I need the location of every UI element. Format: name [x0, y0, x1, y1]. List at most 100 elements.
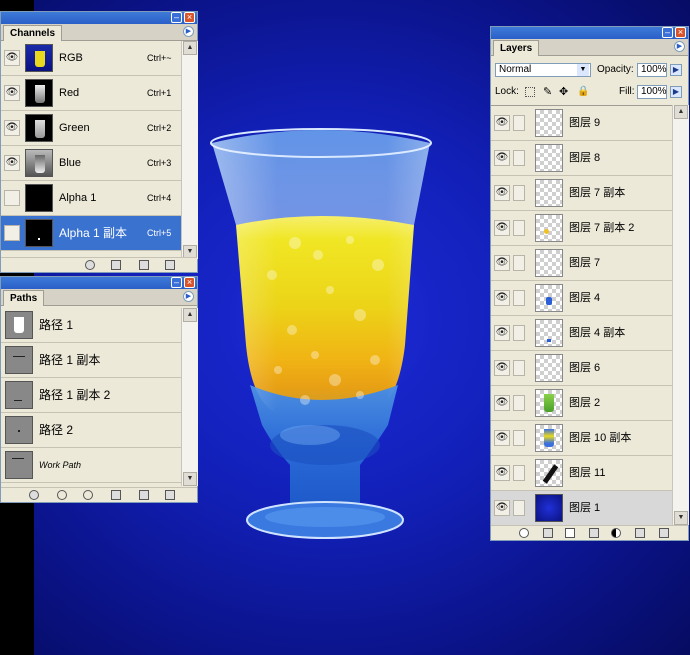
paths-menu-arrow-icon[interactable]: ▶ [183, 291, 194, 302]
layer-row[interactable]: 👁 图层 7 副本 2 [491, 211, 672, 246]
layer-row-selected[interactable]: 👁 图层 1 [491, 491, 672, 526]
layer-row[interactable]: 👁 图层 10 副本 [491, 421, 672, 456]
channels-titlebar[interactable]: – × [1, 12, 197, 24]
path-row[interactable]: 路径 1 [1, 308, 181, 343]
link-slot[interactable] [513, 465, 525, 481]
scroll-up-icon[interactable]: ▲ [674, 105, 688, 119]
channel-row-blue[interactable]: 👁 Blue Ctrl+3 [1, 146, 181, 181]
lock-all-icon[interactable]: 🔒 [577, 85, 589, 99]
eye-icon[interactable]: 👁 [494, 220, 510, 236]
visibility-empty-icon[interactable] [4, 225, 20, 241]
eye-icon[interactable]: 👁 [494, 430, 510, 446]
blend-mode-select[interactable]: Normal ▼ [495, 63, 591, 77]
load-path-as-selection-icon[interactable] [83, 490, 93, 500]
link-slot[interactable] [513, 185, 525, 201]
eye-icon[interactable]: 👁 [494, 290, 510, 306]
trash-icon[interactable] [165, 260, 175, 270]
paths-scrollbar[interactable]: ▲ ▼ [181, 308, 198, 486]
eye-icon[interactable]: 👁 [494, 465, 510, 481]
path-row-work-path[interactable]: Work Path [1, 448, 181, 483]
scroll-up-icon[interactable]: ▲ [183, 308, 197, 322]
tab-layers[interactable]: Layers [493, 40, 540, 56]
tab-paths[interactable]: Paths [3, 290, 45, 306]
paths-close-button[interactable]: × [184, 277, 195, 288]
eye-icon[interactable]: 👁 [494, 150, 510, 166]
opacity-field[interactable]: 100% [637, 63, 667, 77]
stroke-path-icon[interactable] [57, 490, 67, 500]
path-row[interactable]: 路径 2 [1, 413, 181, 448]
eye-icon[interactable]: 👁 [494, 325, 510, 341]
path-row[interactable]: 路径 1 副本 [1, 343, 181, 378]
channels-close-button[interactable]: × [184, 12, 195, 23]
scroll-down-icon[interactable]: ▼ [674, 511, 688, 525]
opacity-slider-arrow-icon[interactable]: ▶ [670, 64, 682, 76]
channel-row-alpha-1-copy[interactable]: Alpha 1 副本 Ctrl+5 [1, 216, 181, 251]
trash-icon[interactable] [165, 490, 175, 500]
trash-icon[interactable] [659, 528, 669, 538]
layers-close-button[interactable]: × [675, 27, 686, 38]
scroll-up-icon[interactable]: ▲ [183, 41, 197, 55]
eye-icon[interactable]: 👁 [494, 500, 510, 516]
fill-slider-arrow-icon[interactable]: ▶ [670, 86, 682, 98]
link-layers-icon[interactable] [519, 528, 529, 538]
eye-icon[interactable]: 👁 [494, 360, 510, 376]
paths-minimize-button[interactable]: – [171, 277, 182, 288]
layer-row[interactable]: 👁 图层 7 副本 [491, 176, 672, 211]
load-channel-as-selection-icon[interactable] [85, 260, 95, 270]
new-channel-icon[interactable] [139, 260, 149, 270]
link-slot[interactable] [513, 325, 525, 341]
layers-minimize-button[interactable]: – [662, 27, 673, 38]
layer-row[interactable]: 👁 图层 7 [491, 246, 672, 281]
fill-field[interactable]: 100% [637, 85, 667, 99]
eye-icon[interactable]: 👁 [494, 255, 510, 271]
eye-icon[interactable]: 👁 [4, 120, 20, 136]
eye-icon[interactable]: 👁 [494, 395, 510, 411]
chevron-down-icon[interactable]: ▼ [577, 64, 589, 76]
tab-channels[interactable]: Channels [3, 25, 63, 41]
lock-transparency-icon[interactable] [525, 87, 535, 97]
channel-row-rgb[interactable]: 👁 RGB Ctrl+~ [1, 41, 181, 76]
canvas-artwork[interactable] [200, 115, 445, 565]
eye-icon[interactable]: 👁 [494, 185, 510, 201]
add-mask-icon[interactable] [565, 528, 575, 538]
adjustment-layer-icon[interactable] [611, 528, 621, 538]
layer-row[interactable]: 👁 图层 6 [491, 351, 672, 386]
link-slot[interactable] [513, 500, 525, 516]
layers-menu-arrow-icon[interactable]: ▶ [674, 41, 685, 52]
layer-style-icon[interactable] [543, 528, 553, 538]
channels-menu-arrow-icon[interactable]: ▶ [183, 26, 194, 37]
lock-position-move-icon[interactable]: ✥ [559, 85, 568, 99]
eye-icon[interactable]: 👁 [4, 50, 20, 66]
link-slot[interactable] [513, 360, 525, 376]
layer-row[interactable]: 👁 图层 11 [491, 456, 672, 491]
layer-row[interactable]: 👁 图层 4 [491, 281, 672, 316]
scroll-down-icon[interactable]: ▼ [183, 472, 197, 486]
visibility-empty-icon[interactable] [4, 190, 20, 206]
layer-row[interactable]: 👁 图层 9 [491, 106, 672, 141]
save-selection-as-channel-icon[interactable] [111, 260, 121, 270]
lock-image-brush-icon[interactable]: ✎ [543, 85, 552, 99]
eye-icon[interactable]: 👁 [494, 115, 510, 131]
paths-titlebar[interactable]: – × [1, 277, 197, 289]
channels-scrollbar[interactable]: ▲ ▼ [181, 41, 198, 259]
path-row[interactable]: 路径 1 副本 2 [1, 378, 181, 413]
fill-path-icon[interactable] [29, 490, 39, 500]
link-slot[interactable] [513, 115, 525, 131]
link-slot[interactable] [513, 430, 525, 446]
layers-scrollbar[interactable]: ▲ ▼ [672, 105, 689, 525]
layer-row[interactable]: 👁 图层 4 副本 [491, 316, 672, 351]
link-slot[interactable] [513, 255, 525, 271]
link-slot[interactable] [513, 395, 525, 411]
layers-titlebar[interactable]: – × [491, 27, 688, 39]
new-path-icon[interactable] [139, 490, 149, 500]
link-slot[interactable] [513, 220, 525, 236]
layer-row[interactable]: 👁 图层 2 [491, 386, 672, 421]
channels-minimize-button[interactable]: – [171, 12, 182, 23]
link-slot[interactable] [513, 290, 525, 306]
channel-row-green[interactable]: 👁 Green Ctrl+2 [1, 111, 181, 146]
eye-icon[interactable]: 👁 [4, 85, 20, 101]
make-work-path-icon[interactable] [111, 490, 121, 500]
new-group-folder-icon[interactable] [589, 528, 599, 538]
link-slot[interactable] [513, 150, 525, 166]
channel-row-red[interactable]: 👁 Red Ctrl+1 [1, 76, 181, 111]
